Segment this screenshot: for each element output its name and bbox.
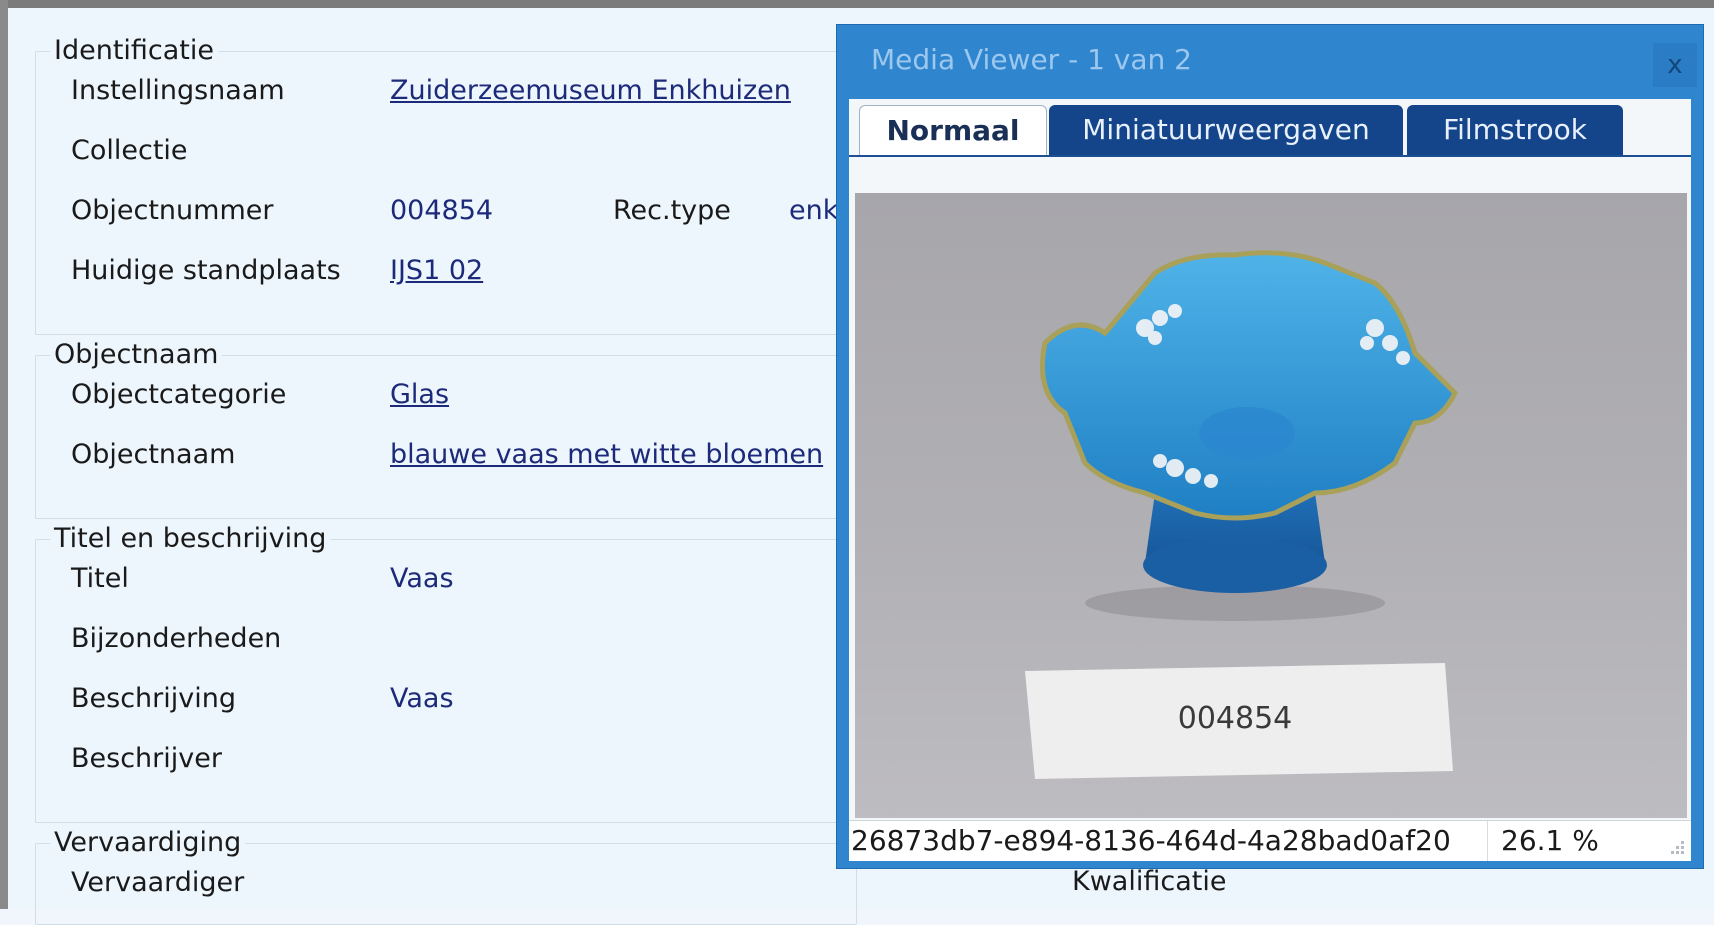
- link-objectcategorie[interactable]: Glas: [390, 379, 449, 411]
- tag-label: 004854: [1178, 701, 1293, 736]
- resize-grip-icon[interactable]: [1667, 839, 1685, 857]
- link-objectnaam[interactable]: blauwe vaas met witte bloemen: [390, 439, 823, 471]
- label-instellingsnaam: Instellingsnaam: [71, 75, 285, 106]
- label-objectnummer: Objectnummer: [71, 195, 274, 226]
- window-frame-top: [0, 0, 1714, 8]
- group-title: Vervaardiging: [50, 827, 246, 859]
- tab-normaal[interactable]: Normaal: [859, 105, 1047, 156]
- value-titel: Vaas: [390, 563, 454, 594]
- label-collectie: Collectie: [71, 135, 188, 166]
- group-title: Objectnaam: [50, 339, 223, 371]
- value-rectype: enk: [789, 195, 839, 226]
- label-vervaardiger: Vervaardiger: [71, 867, 245, 898]
- label-objectnaam: Objectnaam: [71, 439, 236, 470]
- label-beschrijving: Beschrijving: [71, 683, 236, 714]
- label-beschrijver: Beschrijver: [71, 743, 222, 774]
- tab-underline: [849, 155, 1691, 157]
- label-standplaats: Huidige standplaats: [71, 255, 341, 286]
- viewer-title: Media Viewer - 1 van 2: [871, 43, 1192, 76]
- status-separator: [1487, 821, 1488, 861]
- link-standplaats[interactable]: IJS1 02: [390, 255, 483, 287]
- media-viewer-window[interactable]: Media Viewer - 1 van 2 x Normaal Miniatu…: [836, 24, 1704, 869]
- label-rectype: Rec.type: [613, 195, 731, 226]
- tab-miniatuurweergaven[interactable]: Miniatuurweergaven: [1049, 105, 1403, 155]
- label-titel: Titel: [71, 563, 129, 594]
- zoom-level: 26.1 %: [1501, 824, 1599, 857]
- group-title: Identificatie: [50, 35, 219, 67]
- tab-filmstrook[interactable]: Filmstrook: [1407, 105, 1623, 155]
- label-objectcategorie: Objectcategorie: [71, 379, 287, 410]
- viewer-status-bar: 26873db7-e894-8136-464d-4a28bad0af20 26.…: [849, 820, 1691, 861]
- link-instellingsnaam[interactable]: Zuiderzeemuseum Enkhuizen: [390, 75, 791, 107]
- window-frame-left: [0, 0, 8, 909]
- media-image[interactable]: 004854: [855, 193, 1687, 818]
- value-beschrijving: Vaas: [390, 683, 454, 714]
- group-title: Titel en beschrijving: [50, 523, 331, 555]
- close-button[interactable]: x: [1653, 43, 1697, 87]
- media-id: 26873db7-e894-8136-464d-4a28bad0af20: [851, 824, 1451, 857]
- value-objectnummer: 004854: [390, 195, 494, 226]
- label-kwalificatie: Kwalificatie: [1072, 866, 1227, 897]
- label-bijzonderheden: Bijzonderheden: [71, 623, 282, 654]
- vase-photo: 004854: [1025, 250, 1459, 779]
- viewer-body: Normaal Miniatuurweergaven Filmstrook 00…: [849, 99, 1691, 861]
